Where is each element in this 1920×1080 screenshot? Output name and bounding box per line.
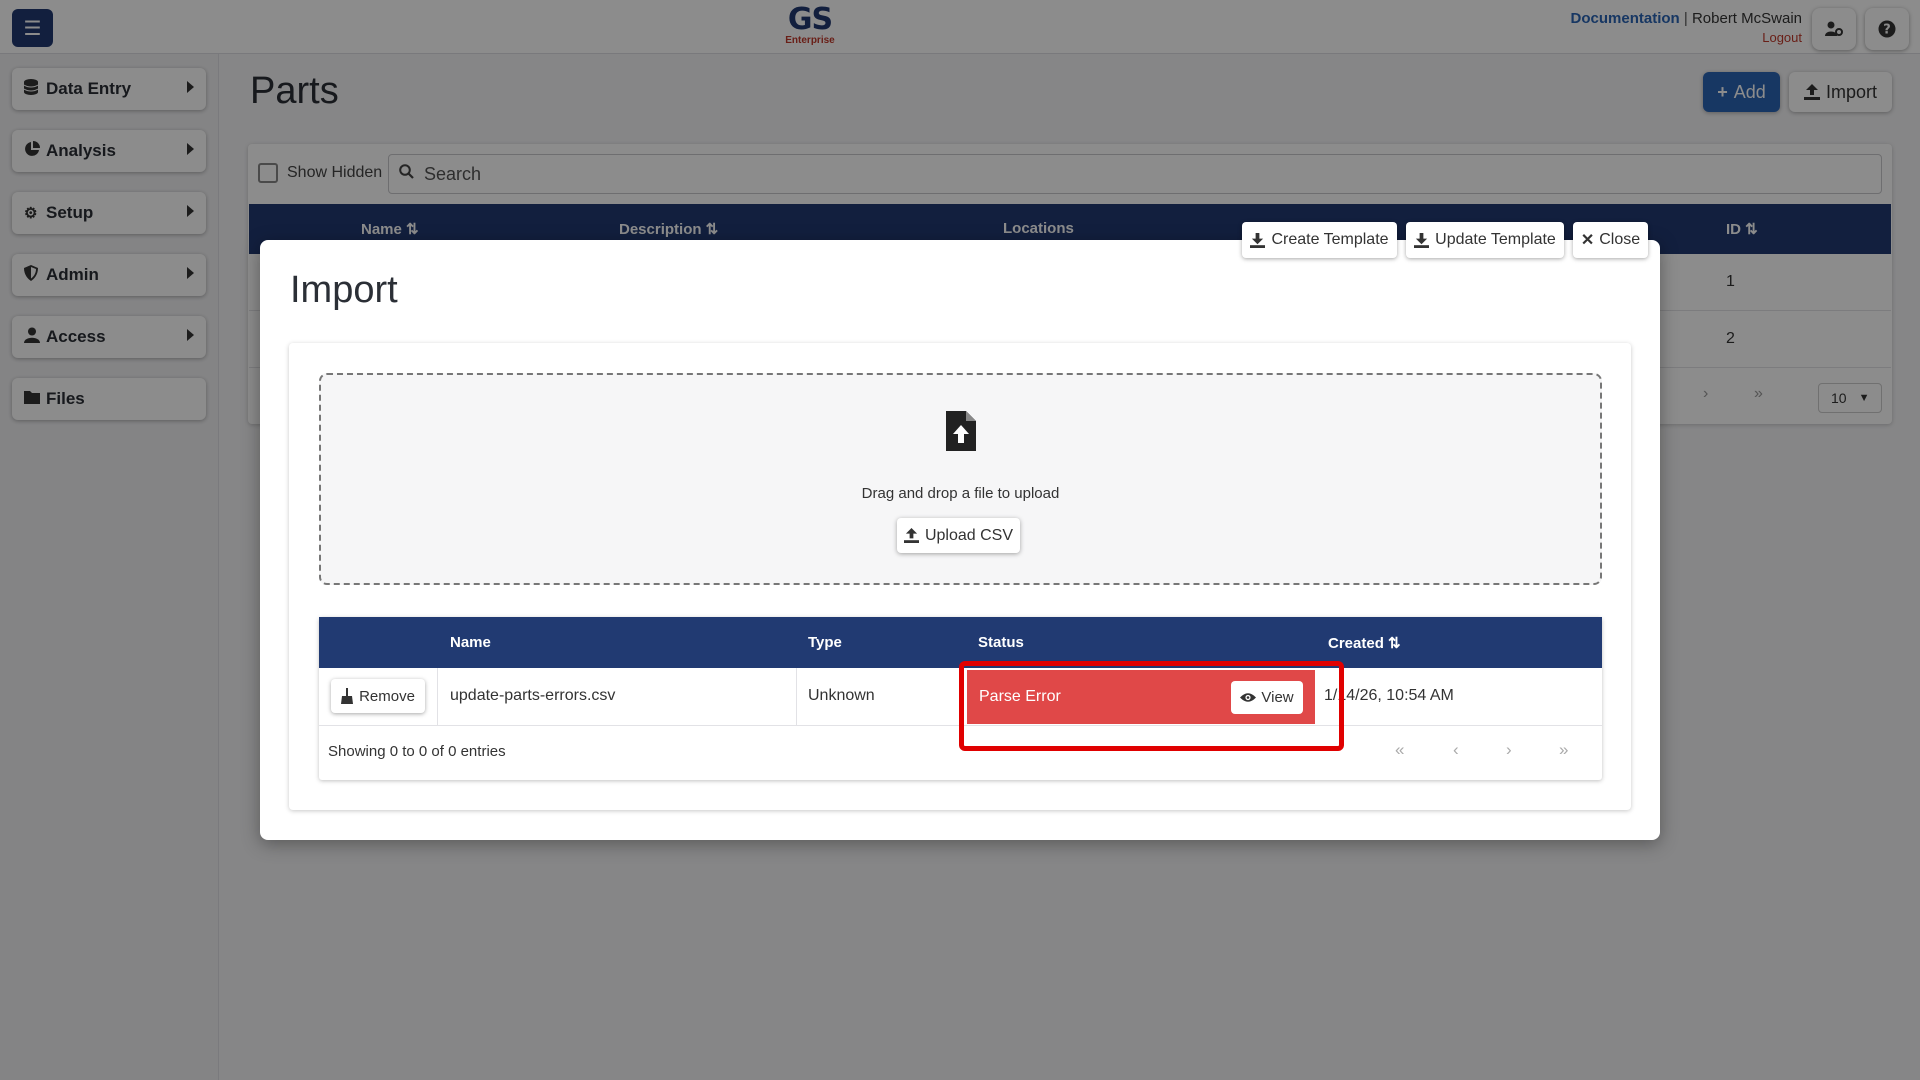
column-divider: [796, 668, 797, 726]
entries-summary: Showing 0 to 0 of 0 entries: [328, 743, 506, 760]
column-header-type: Type: [808, 634, 842, 651]
file-upload-icon: [946, 411, 976, 451]
remove-button[interactable]: Remove: [331, 679, 425, 713]
update-template-label: Update Template: [1435, 231, 1556, 248]
update-template-button[interactable]: Update Template: [1406, 222, 1564, 258]
import-modal: Import Drag and drop a file to upload Up…: [260, 240, 1660, 840]
column-header-created[interactable]: Created ⇅: [1328, 634, 1401, 652]
next-page-icon[interactable]: ›: [1506, 740, 1512, 760]
column-divider: [437, 668, 438, 726]
dropzone-text: Drag and drop a file to upload: [861, 485, 1060, 502]
close-icon: ✕: [1580, 232, 1595, 249]
modal-title: Import: [290, 269, 398, 311]
broom-icon: [341, 688, 354, 704]
import-table-header: Name Type Status Created ⇅: [319, 617, 1602, 668]
column-header-status: Status: [978, 634, 1024, 651]
column-header-name: Name: [450, 634, 491, 651]
first-page-icon[interactable]: «: [1395, 740, 1404, 760]
close-button[interactable]: ✕ Close: [1573, 222, 1648, 258]
file-dropzone[interactable]: Drag and drop a file to upload Upload CS…: [319, 373, 1602, 585]
close-label: Close: [1599, 231, 1641, 248]
upload-csv-button[interactable]: Upload CSV: [897, 518, 1020, 553]
download-icon: [1250, 232, 1266, 248]
create-template-label: Create Template: [1271, 231, 1389, 248]
status-highlight-box: [959, 661, 1344, 751]
create-template-button[interactable]: Create Template: [1242, 222, 1397, 258]
file-name: update-parts-errors.csv: [450, 687, 616, 704]
import-card: Drag and drop a file to upload Upload CS…: [289, 343, 1631, 810]
last-page-icon[interactable]: »: [1559, 740, 1568, 760]
download-icon: [1414, 232, 1430, 248]
import-table: Name Type Status Created ⇅ Remove update…: [319, 617, 1602, 780]
remove-button-label: Remove: [359, 687, 415, 705]
upload-icon: [903, 528, 919, 543]
upload-csv-label: Upload CSV: [924, 526, 1014, 544]
file-type: Unknown: [808, 687, 875, 704]
previous-page-icon[interactable]: ‹: [1453, 740, 1459, 760]
